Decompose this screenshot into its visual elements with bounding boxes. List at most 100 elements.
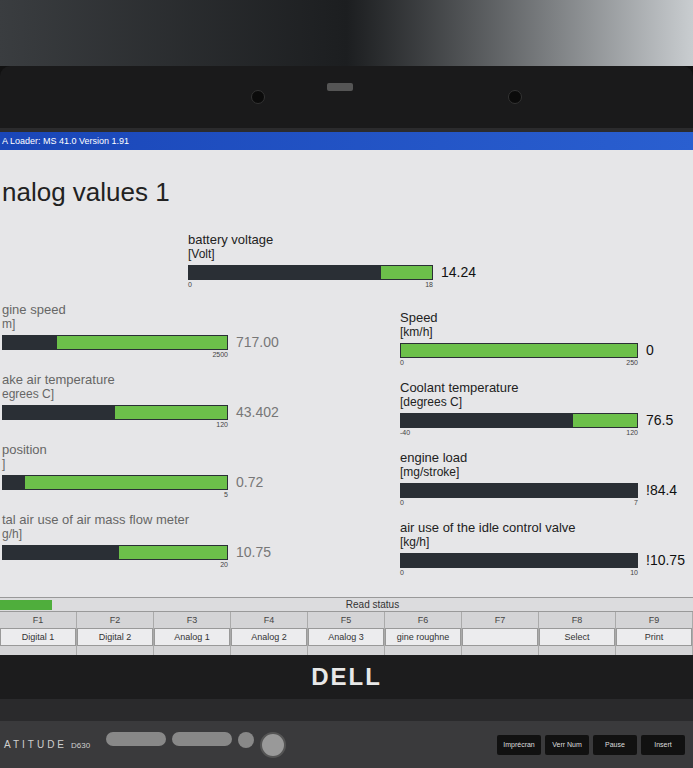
gauge-unit: g/h]	[2, 527, 400, 542]
function-key-button[interactable]: Digital 2	[77, 628, 153, 646]
gauge-label: tal air use of air mass flow meter	[2, 512, 400, 527]
gauge: ake air temperatureegrees C]43.402120	[2, 372, 400, 442]
gauge-fill	[3, 406, 115, 419]
gauge: position]0.725	[2, 442, 400, 512]
gauge-label: air use of the idle control valve	[400, 520, 685, 535]
gauge: Speed[km/h] 0 0250	[400, 310, 685, 380]
page-heading: nalog values 1	[0, 150, 693, 208]
function-key-button[interactable]: Analog 2	[231, 628, 307, 646]
gauge-fill	[401, 414, 573, 427]
function-key[interactable]: F2Digital 2	[77, 612, 154, 655]
gauge-unit: [kg/h]	[400, 535, 685, 550]
gauge-scale: 120	[2, 420, 228, 429]
gauge-unit: ]	[2, 457, 400, 472]
function-key-code: F3	[187, 612, 198, 628]
gauge-scale: 010	[400, 568, 638, 577]
gauge: tal air use of air mass flow meterg/h] 10…	[2, 512, 400, 582]
gauge-label: gine speed	[2, 302, 400, 317]
gauge-label: battery voltage	[188, 232, 693, 247]
laptop-lid-top	[0, 66, 693, 128]
gauge-scale: 018	[188, 280, 433, 289]
function-key[interactable]: F6gine roughne	[385, 612, 462, 655]
function-keys: F1Digital 1F2Digital 2F3Analog 1F4Analog…	[0, 611, 693, 655]
function-key-code: F9	[649, 612, 660, 628]
gauge-unit: [degrees C]	[400, 395, 685, 410]
model-number: D630	[71, 740, 90, 752]
function-key-code: F2	[110, 612, 121, 628]
function-key-button[interactable]: Select	[539, 628, 615, 646]
gauge-fill	[189, 266, 381, 279]
media-buttons	[106, 732, 286, 758]
gauge: engine load[mg/stroke] !84.4 07	[400, 450, 685, 520]
gauge-unit: egrees C]	[2, 387, 400, 402]
status-bar: Read status	[0, 597, 693, 611]
function-key[interactable]: F5Analog 3	[308, 612, 385, 655]
gauge-value: !84.4	[646, 482, 677, 498]
function-key[interactable]: F3Analog 1	[154, 612, 231, 655]
gauge-fill	[401, 484, 637, 497]
function-key[interactable]: F7	[462, 612, 539, 655]
gauge-bar	[400, 483, 638, 498]
function-key[interactable]: F1Digital 1	[0, 612, 77, 655]
function-key-button[interactable]: Analog 1	[154, 628, 230, 646]
function-key-button[interactable]: gine roughne	[385, 628, 461, 646]
gauge-label: engine load	[400, 450, 685, 465]
power-button-icon[interactable]	[260, 732, 286, 758]
gauge-scale: 0250	[400, 358, 638, 367]
function-key-button[interactable]	[462, 628, 538, 646]
button-icon[interactable]	[106, 732, 166, 746]
gauge-value: 0	[646, 342, 654, 358]
gauge-unit: [Volt]	[188, 247, 693, 262]
gauge-fill	[3, 336, 57, 349]
left-column: gine speedm]717.002500ake air temperatur…	[0, 302, 400, 590]
gauge: air use of the idle control valve[kg/h]!…	[400, 520, 685, 590]
photo: A Loader: MS 41.0 Version 1.91nalog valu…	[0, 0, 693, 768]
gauge-fill	[3, 476, 25, 489]
gauge-label: ake air temperature	[2, 372, 400, 387]
gauge-bar	[400, 413, 638, 428]
gauge-value: 10.75	[236, 544, 271, 560]
gauge: Coolant temperature[degrees C] 76.5 -40120	[400, 380, 685, 450]
function-key-code: F6	[418, 612, 429, 628]
gauge-label: position	[2, 442, 400, 457]
gauge-scale: 2500	[2, 350, 228, 359]
gauge-scale: 20	[2, 560, 228, 569]
keyboard-key[interactable]: Verr Num	[545, 735, 589, 755]
function-key-code: F8	[572, 612, 583, 628]
gauge-unit: [mg/stroke]	[400, 465, 685, 480]
keyboard-key[interactable]: Pause	[593, 735, 637, 755]
gauge-unit: [km/h]	[400, 325, 685, 340]
model-name: ATITUDE	[4, 737, 67, 752]
button-icon[interactable]	[172, 732, 232, 746]
function-key-code: F1	[33, 612, 44, 628]
gauge-label: Speed	[400, 310, 685, 325]
gauge-value: 14.24	[441, 264, 476, 280]
gauge: gine speedm]717.002500	[2, 302, 400, 372]
keyboard-key[interactable]: Insert	[641, 735, 685, 755]
function-key-button[interactable]: Digital 1	[0, 628, 76, 646]
function-key[interactable]: F8Select	[539, 612, 616, 655]
function-key[interactable]: F4Analog 2	[231, 612, 308, 655]
function-key-button[interactable]: Analog 3	[308, 628, 384, 646]
status-indicator	[0, 600, 52, 610]
button-icon[interactable]	[238, 732, 254, 748]
gauge-label: Coolant temperature	[400, 380, 685, 395]
laptop-bezel-bottom: DELLATITUDED630ImprécranVerr NumPauseIns…	[0, 655, 693, 768]
screen: A Loader: MS 41.0 Version 1.91nalog valu…	[0, 128, 693, 655]
gauge-bar	[400, 553, 638, 568]
right-column: Speed[km/h] 0 0250 Coolant temperature[degr…	[400, 302, 685, 590]
keyboard-key[interactable]: Imprécran	[497, 735, 541, 755]
gauge-bar	[400, 343, 638, 358]
gauge-bar	[2, 405, 228, 420]
function-key-button[interactable]: Print	[616, 628, 692, 646]
gauge-scale: 07	[400, 498, 638, 507]
gauge-scale: -40120	[400, 428, 638, 437]
gauge-fill	[3, 546, 119, 559]
function-key[interactable]: F9Print	[616, 612, 693, 655]
function-key-code: F4	[264, 612, 275, 628]
function-key-code: F5	[341, 612, 352, 628]
latch-icon	[327, 83, 353, 91]
gauge-scale: 5	[2, 490, 228, 499]
gauge-value: 76.5	[646, 412, 673, 428]
gauge-fill	[401, 554, 637, 567]
